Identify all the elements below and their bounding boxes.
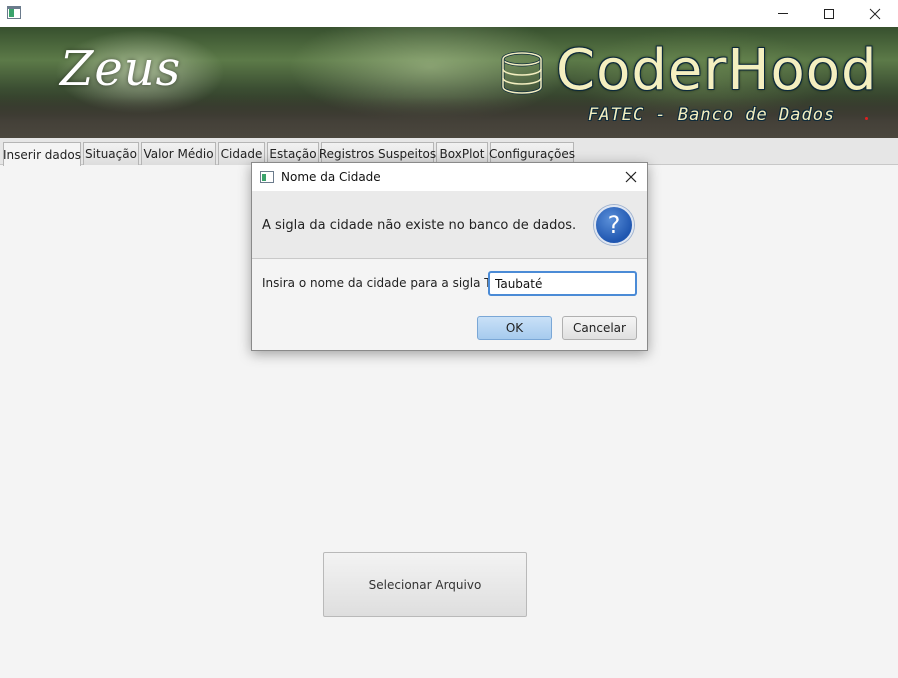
city-name-input[interactable]	[488, 271, 637, 296]
app-icon	[7, 6, 21, 19]
maximize-icon	[824, 8, 834, 19]
header-banner: Zeus CoderHood FATEC - Banco de Dados	[0, 27, 898, 138]
tab-inserir-dados[interactable]: Inserir dados	[3, 142, 81, 166]
dialog-close-button[interactable]	[616, 166, 646, 188]
tab-situacao[interactable]: Situação	[83, 142, 139, 165]
city-name-dialog: Nome da Cidade A sigla da cidade não exi…	[251, 162, 648, 351]
question-icon: ?	[594, 205, 634, 245]
minimize-button[interactable]	[760, 0, 806, 27]
dialog-title-bar[interactable]: Nome da Cidade	[252, 163, 647, 191]
dialog-app-icon	[260, 171, 274, 183]
maximize-button[interactable]	[806, 0, 852, 27]
ok-button[interactable]: OK	[477, 316, 552, 340]
title-bar[interactable]	[0, 0, 898, 27]
minimize-icon	[778, 13, 788, 14]
close-icon	[625, 171, 637, 183]
coderhood-logo-text: CoderHood	[556, 38, 878, 103]
database-icon	[501, 51, 543, 95]
dialog-title: Nome da Cidade	[281, 170, 381, 184]
close-button[interactable]	[852, 0, 898, 27]
banner-dot	[865, 117, 868, 120]
banner-subtitle: FATEC - Banco de Dados	[588, 105, 836, 125]
dialog-header: A sigla da cidade não existe no banco de…	[252, 191, 647, 259]
zeus-logo-text: Zeus	[60, 41, 182, 97]
select-file-button[interactable]: Selecionar Arquivo	[323, 552, 527, 617]
city-name-label: Insira o nome da cidade para a sigla TBT…	[262, 276, 510, 290]
cancel-button[interactable]: Cancelar	[562, 316, 637, 340]
tab-valor-medio[interactable]: Valor Médio	[141, 142, 216, 165]
dialog-message: A sigla da cidade não existe no banco de…	[262, 218, 577, 233]
application-window: Zeus CoderHood FATEC - Banco de Dados In…	[0, 0, 898, 678]
close-icon	[869, 8, 881, 19]
